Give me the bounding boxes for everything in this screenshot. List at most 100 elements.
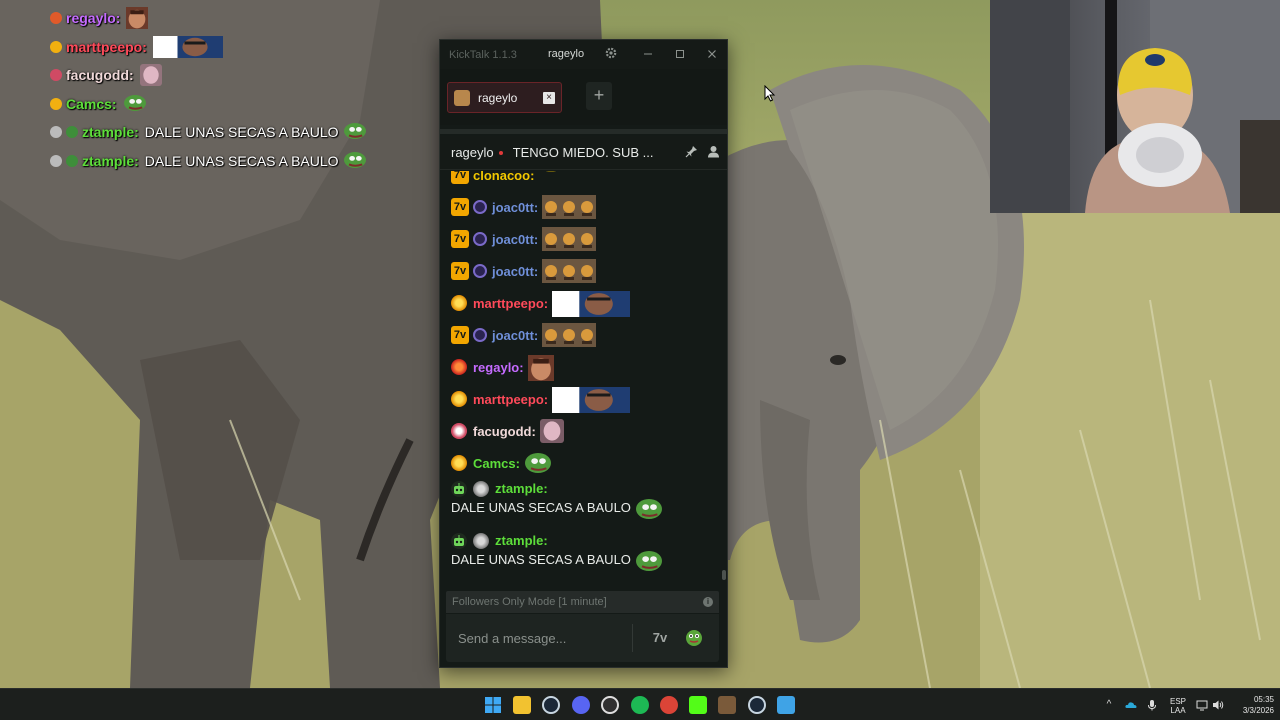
stream-username[interactable]: rageylo <box>451 145 494 160</box>
chat-message[interactable]: 7v joac0tt: <box>451 259 713 283</box>
tab-rageylo[interactable]: rageylo × <box>447 82 562 113</box>
subscriber-badge-icon <box>473 264 487 278</box>
subscriber-badge-icon <box>451 359 467 375</box>
stream-header: rageylo TENGO MIEDO. SUB ... <box>440 136 727 170</box>
emote-face <box>126 7 149 30</box>
chat-username[interactable]: regaylo: <box>473 360 524 375</box>
minimize-icon[interactable] <box>639 46 657 64</box>
emote-photo[interactable] <box>552 387 631 413</box>
emote-triple[interactable] <box>542 259 597 283</box>
emote-blur <box>139 64 162 87</box>
emote-triple[interactable] <box>542 227 597 251</box>
user-icon[interactable] <box>705 145 721 161</box>
chat-message-list[interactable]: 7v clonacoo: 7v joac0tt: 7v joac0tt: 7v joac0tt… <box>440 171 727 589</box>
add-tab-button[interactable]: + <box>586 82 612 110</box>
chat-message-text: DALE UNAS SECAS A BAULO <box>451 500 631 515</box>
chat-message[interactable]: 7v joac0tt: <box>451 323 713 347</box>
titlebar-username[interactable]: rageylo <box>548 48 584 60</box>
chat-message[interactable]: Camcs: <box>451 451 713 475</box>
bot-badge-icon <box>451 533 467 549</box>
stream-overlay-chat: regaylo: marttpeepo: facugodd: Camcs: ztampl… <box>50 4 430 175</box>
7tv-badge-icon: 7v <box>451 262 469 280</box>
chat-username[interactable]: facugodd: <box>473 424 536 439</box>
avatar <box>454 89 470 106</box>
file-explorer-icon[interactable] <box>513 696 531 714</box>
tab-close-icon[interactable]: × <box>543 91 555 104</box>
chat-message[interactable]: regaylo: <box>451 355 713 381</box>
chat-message[interactable]: ztample: DALE UNAS SECAS A BAULO <box>451 533 713 573</box>
7tv-emote-picker-button[interactable]: 7v <box>650 628 670 648</box>
subscriber-badge-icon <box>473 328 487 342</box>
taskbar: ^ ESP LAA 05:35 3/3/2026 <box>0 688 1280 720</box>
chat-username[interactable]: joac0tt: <box>492 232 538 247</box>
tray-overflow-icon[interactable]: ^ <box>1103 699 1115 711</box>
overlay-chat-text: DALE UNAS SECAS A BAULO <box>144 152 339 169</box>
minecraft-icon[interactable] <box>718 696 736 714</box>
chat-username[interactable]: joac0tt: <box>492 264 538 279</box>
divider <box>440 129 727 134</box>
chat-username[interactable]: Camcs: <box>473 456 520 471</box>
chat-message[interactable]: 7v clonacoo: <box>451 171 713 187</box>
discord-icon[interactable] <box>572 696 590 714</box>
maximize-icon[interactable] <box>671 46 689 64</box>
system-clock[interactable]: 05:35 3/3/2026 <box>1230 694 1274 716</box>
emote-photo[interactable] <box>552 291 631 317</box>
chat-message-text: DALE UNAS SECAS A BAULO <box>451 552 631 567</box>
subscriber-badge-icon <box>451 391 467 407</box>
spotify-icon[interactable] <box>631 696 649 714</box>
chat-username[interactable]: clonacoo: <box>473 171 534 183</box>
chat-username[interactable]: joac0tt: <box>492 200 538 215</box>
emote-face[interactable] <box>527 355 554 381</box>
info-icon[interactable]: i <box>703 597 713 607</box>
obs-icon[interactable] <box>601 696 619 714</box>
emote-triple[interactable] <box>542 195 597 219</box>
chat-message[interactable]: marttpeepo: <box>451 387 713 413</box>
window-titlebar[interactable]: KickTalk 1.1.3 rageylo <box>440 40 727 69</box>
emote-pepe <box>343 121 367 143</box>
network-icon[interactable] <box>1196 699 1208 711</box>
chat-username[interactable]: marttpeepo: <box>473 392 548 407</box>
emote-pepe[interactable] <box>524 451 552 475</box>
scrollbar[interactable] <box>722 570 726 580</box>
chat-username[interactable]: joac0tt: <box>492 328 538 343</box>
overlay-chat-username: regaylo: <box>66 10 121 27</box>
chat-message-input[interactable] <box>446 614 632 662</box>
webcam-feed <box>990 0 1280 213</box>
chat-message[interactable]: ztample: DALE UNAS SECAS A BAULO <box>451 481 713 521</box>
emote-blur[interactable] <box>539 419 564 443</box>
clock-date: 3/3/2026 <box>1242 706 1274 715</box>
followers-only-label: Followers Only Mode [1 minute] <box>452 596 607 608</box>
emote-cut[interactable] <box>538 171 564 187</box>
chrome-icon[interactable] <box>660 696 678 714</box>
emote-triple[interactable] <box>542 323 597 347</box>
volume-icon[interactable] <box>1212 699 1224 711</box>
chat-message[interactable]: marttpeepo: <box>451 291 713 317</box>
emote-pepe[interactable] <box>635 549 663 573</box>
overlay-chat-line: ztample: DALE UNAS SECAS A BAULO <box>50 118 430 147</box>
kick-icon[interactable] <box>689 696 707 714</box>
chat-username[interactable]: ztample: <box>495 481 548 496</box>
close-icon[interactable] <box>703 46 721 64</box>
subscriber-badge-icon <box>50 69 62 82</box>
subscriber-badge-icon <box>50 154 62 167</box>
notepad-icon[interactable] <box>777 696 795 714</box>
onedrive-icon[interactable] <box>1125 699 1137 711</box>
overlay-chat-line: regaylo: <box>50 4 430 33</box>
emote-pepe[interactable] <box>635 497 663 521</box>
7tv-badge-icon: 7v <box>451 326 469 344</box>
7tv-badge-icon: 7v <box>451 230 469 248</box>
windows-start-icon[interactable] <box>484 696 502 714</box>
steam-icon[interactable] <box>542 696 560 714</box>
steam-2-icon[interactable] <box>748 696 766 714</box>
chat-input-area: Followers Only Mode [1 minute] i 7v <box>440 589 727 667</box>
gear-icon[interactable] <box>602 46 620 64</box>
language-indicator[interactable]: ESP LAA <box>1167 697 1189 715</box>
chat-username[interactable]: marttpeepo: <box>473 296 548 311</box>
chat-message[interactable]: 7v joac0tt: <box>451 195 713 219</box>
pin-icon[interactable] <box>683 145 699 161</box>
kick-emote-picker-button[interactable] <box>684 628 704 648</box>
chat-message[interactable]: 7v joac0tt: <box>451 227 713 251</box>
chat-username[interactable]: ztample: <box>495 533 548 548</box>
microphone-icon[interactable] <box>1146 699 1158 711</box>
chat-message[interactable]: facugodd: <box>451 419 713 443</box>
